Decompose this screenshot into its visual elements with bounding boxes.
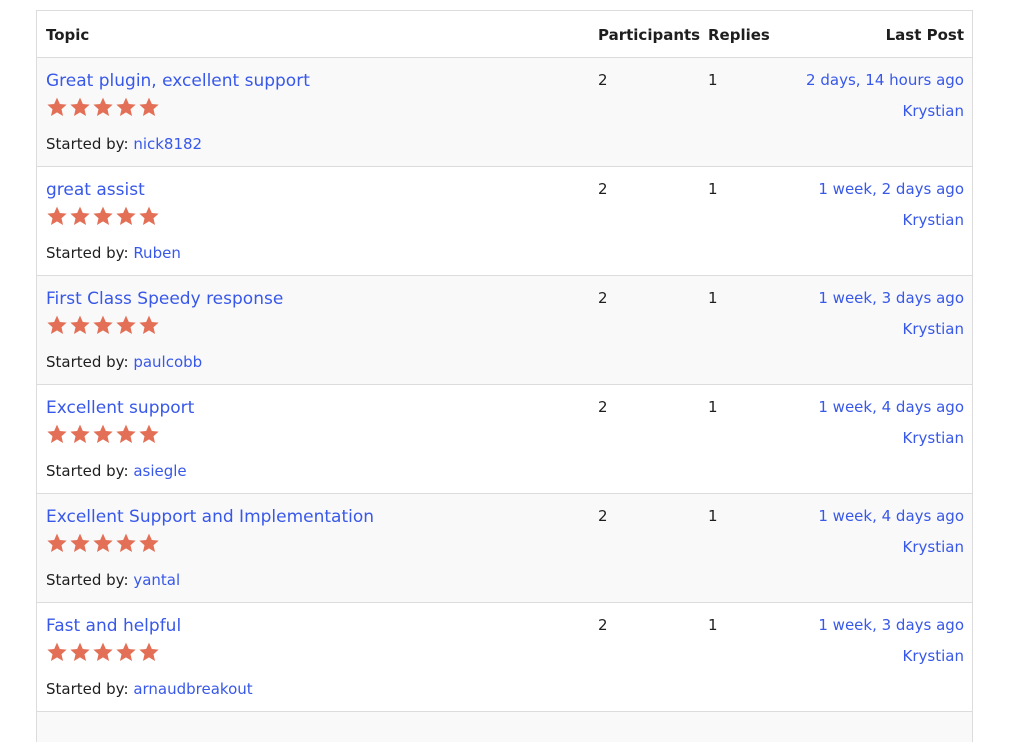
last-post-author-link[interactable]: Krystian [903,101,964,121]
rating-stars [46,641,160,665]
started-by: Started by: arnaudbreakout [46,679,253,699]
last-post-time-link[interactable]: 1 week, 3 days ago [818,288,964,308]
star-icon [92,314,114,336]
star-icon [138,205,160,227]
star-icon [46,423,68,445]
star-icon [115,423,137,445]
replies-count: 1 [708,289,718,307]
last-post-time-link[interactable]: 1 week, 2 days ago [818,179,964,199]
star-icon [46,641,68,663]
started-by-label: Started by: [46,462,129,480]
star-icon [115,96,137,118]
started-by-label: Started by: [46,680,129,698]
topic-row: Excellent support Started by: asiegle 2 1 1 … [37,385,972,494]
replies-count: 1 [708,507,718,525]
author-link[interactable]: nick8182 [133,135,202,153]
started-by: Started by: paulcobb [46,352,202,372]
header-topic: Topic [46,26,90,44]
participants-count: 2 [598,289,608,307]
started-by: Started by: asiegle [46,461,187,481]
star-icon [138,314,160,336]
header-replies: Replies [708,26,770,44]
topic-title-link[interactable]: Fast and helpful [46,615,181,637]
replies-count: 1 [708,71,718,89]
author-link[interactable]: arnaudbreakout [133,680,252,698]
star-icon [92,641,114,663]
star-icon [46,532,68,554]
rating-stars [46,205,160,229]
topic-row: Fast and helpful Started by: arnaudbreako… [37,603,972,712]
star-icon [138,641,160,663]
rating-stars [46,314,160,338]
participants-count: 2 [598,398,608,416]
star-icon [115,314,137,336]
star-icon [92,96,114,118]
last-post-time-link[interactable]: 1 week, 4 days ago [818,506,964,526]
started-by: Started by: yantal [46,570,180,590]
star-icon [138,532,160,554]
last-post-time-link[interactable]: 1 week, 4 days ago [818,397,964,417]
star-icon [46,96,68,118]
started-by-label: Started by: [46,571,129,589]
rating-stars [46,532,160,556]
started-by-label: Started by: [46,244,129,262]
header-last-post: Last Post [885,26,964,44]
star-icon [69,641,91,663]
star-icon [69,423,91,445]
author-link[interactable]: asiegle [133,462,186,480]
star-icon [92,205,114,227]
topic-row: great assist Started by: Ruben 2 1 1 week, 2… [37,167,972,276]
star-icon [69,314,91,336]
started-by: Started by: nick8182 [46,134,202,154]
topic-title-link[interactable]: Excellent support [46,397,194,419]
star-icon [46,314,68,336]
topic-row: First Class Speedy response Started by: p… [37,276,972,385]
replies-count: 1 [708,398,718,416]
star-icon [115,205,137,227]
replies-count: 1 [708,180,718,198]
topic-list: Great plugin, excellent support Started b… [37,58,972,742]
topic-row: Excellent Support and Implementation Star… [37,494,972,603]
rating-stars [46,423,160,447]
star-icon [115,641,137,663]
author-link[interactable]: paulcobb [133,353,202,371]
author-link[interactable]: yantal [133,571,180,589]
last-post-author-link[interactable]: Krystian [903,210,964,230]
star-icon [69,96,91,118]
last-post-author-link[interactable]: Krystian [903,428,964,448]
participants-count: 2 [598,616,608,634]
header-participants: Participants [598,26,701,44]
started-by: Started by: Ruben [46,243,181,263]
star-icon [69,532,91,554]
table-header: Topic Participants Replies Last Post [37,11,972,58]
topics-table: Topic Participants Replies Last Post Gre… [36,10,973,742]
topic-title-link[interactable]: First Class Speedy response [46,288,283,310]
last-post-author-link[interactable]: Krystian [903,646,964,666]
participants-count: 2 [598,71,608,89]
star-icon [69,205,91,227]
star-icon [138,423,160,445]
last-post-time-link[interactable]: 1 week, 3 days ago [818,615,964,635]
last-post-author-link[interactable]: Krystian [903,319,964,339]
star-icon [92,423,114,445]
topic-title-link[interactable]: Great plugin, excellent support [46,70,310,92]
star-icon [92,532,114,554]
author-link[interactable]: Ruben [133,244,181,262]
topic-row: Great plugin, excellent support Started b… [37,58,972,167]
topic-row [37,712,972,742]
star-icon [138,96,160,118]
participants-count: 2 [598,507,608,525]
last-post-time-link[interactable]: 2 days, 14 hours ago [806,70,964,90]
participants-count: 2 [598,180,608,198]
topic-title-link[interactable]: Excellent Support and Implementation [46,506,374,528]
started-by-label: Started by: [46,353,129,371]
star-icon [115,532,137,554]
last-post-author-link[interactable]: Krystian [903,537,964,557]
topic-title-link[interactable]: great assist [46,179,145,201]
star-icon [46,205,68,227]
rating-stars [46,96,160,120]
started-by-label: Started by: [46,135,129,153]
replies-count: 1 [708,616,718,634]
